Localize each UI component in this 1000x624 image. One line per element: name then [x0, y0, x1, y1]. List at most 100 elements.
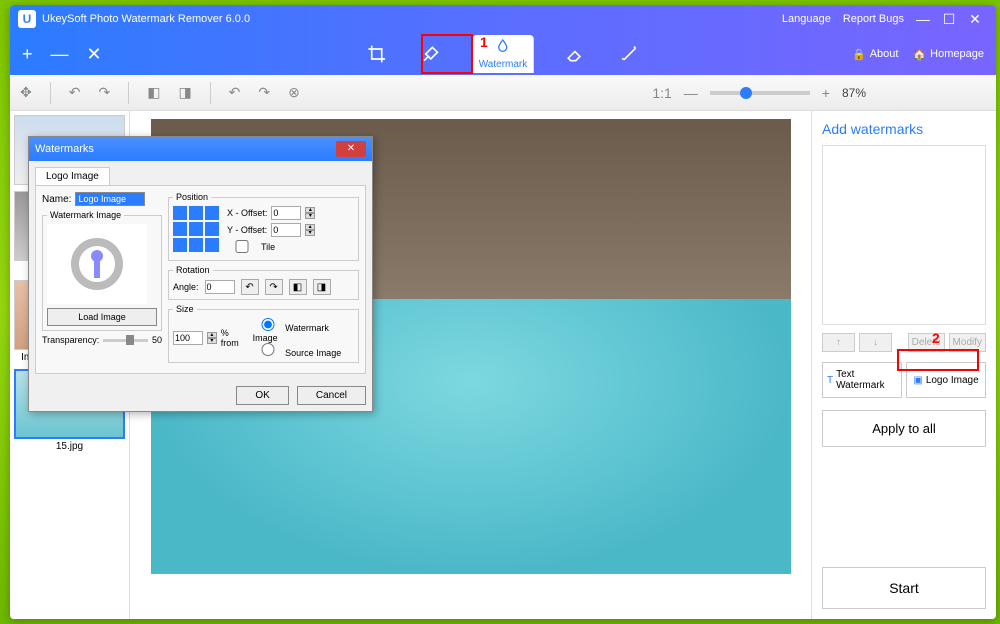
spinner-down[interactable]: ▾	[207, 338, 217, 344]
angle-label: Angle:	[173, 282, 199, 292]
homepage-label: Homepage	[930, 48, 984, 60]
pos-cell[interactable]	[205, 206, 219, 220]
text-watermark-button[interactable]: T Text Watermark	[822, 362, 902, 398]
name-label: Name:	[42, 194, 71, 205]
redo-icon[interactable]: ↷	[258, 84, 270, 101]
language-link[interactable]: Language	[782, 13, 831, 25]
app-logo-icon: U	[18, 10, 36, 28]
x-offset-input[interactable]	[271, 206, 301, 220]
move-icon[interactable]: ✥	[20, 84, 32, 101]
about-link[interactable]: 🔒 About	[852, 48, 898, 61]
flip-v-icon[interactable]: ◨	[313, 279, 331, 295]
thumbnail-label: 15.jpg	[56, 441, 83, 452]
zoom-out-button[interactable]: —	[684, 85, 698, 101]
size-input[interactable]	[173, 331, 203, 345]
rotate-cw-icon[interactable]: ↷	[265, 279, 283, 295]
pos-cell[interactable]	[205, 238, 219, 252]
magic-wand-tool-icon[interactable]	[617, 42, 641, 66]
window-close-button[interactable]: ✕	[965, 11, 985, 28]
transparency-value: 50	[152, 335, 162, 345]
pos-cell[interactable]	[173, 222, 187, 236]
delete-button[interactable]: Delete	[908, 333, 945, 352]
rotation-legend: Rotation	[173, 265, 213, 275]
transparency-slider[interactable]	[103, 339, 148, 342]
load-image-button[interactable]: Load Image	[47, 308, 157, 326]
pos-cell[interactable]	[173, 206, 187, 220]
undo-icon[interactable]: ↶	[229, 84, 241, 101]
modify-button[interactable]: Modify	[949, 333, 986, 352]
spinner-down[interactable]: ▾	[305, 230, 315, 236]
app-title: UkeySoft Photo Watermark Remover 6.0.0	[42, 13, 250, 25]
rotate-ccw-icon[interactable]: ↶	[241, 279, 259, 295]
zoom-in-button[interactable]: +	[822, 85, 830, 101]
pos-cell[interactable]	[189, 222, 203, 236]
source-image-radio[interactable]	[253, 343, 283, 356]
y-offset-label: Y - Offset:	[227, 225, 267, 235]
watermark-preview-box	[822, 145, 986, 325]
title-bar: U UkeySoft Photo Watermark Remover 6.0.0…	[10, 5, 996, 33]
pos-cell[interactable]	[173, 238, 187, 252]
watermark-tool-button[interactable]: Watermark	[473, 35, 534, 73]
watermark-preview	[47, 224, 147, 304]
position-legend: Position	[173, 192, 211, 202]
start-button[interactable]: Start	[822, 567, 986, 609]
eraser-tool-icon[interactable]	[563, 42, 587, 66]
minimize-button[interactable]: —	[913, 11, 933, 27]
flip-v-icon[interactable]: ◨	[178, 84, 191, 101]
pos-cell[interactable]	[189, 238, 203, 252]
spinner-down[interactable]: ▾	[305, 213, 315, 219]
crop-tool-icon[interactable]	[365, 42, 389, 66]
zoom-slider[interactable]	[710, 91, 810, 95]
dialog-close-button[interactable]: ✕	[336, 141, 366, 157]
panel-heading: Add watermarks	[822, 121, 986, 137]
zoom-ratio-label[interactable]: 1:1	[652, 85, 671, 101]
home-icon: 🏠	[912, 48, 926, 61]
lock-icon: 🔒	[852, 48, 866, 61]
watermark-tool-label: Watermark	[479, 59, 528, 70]
move-down-button[interactable]: ↓	[859, 333, 892, 352]
watermark-image-radio[interactable]	[253, 318, 283, 331]
rotate-right-icon[interactable]: ↷	[98, 84, 110, 101]
logo-image-tab[interactable]: Logo Image	[35, 167, 110, 185]
text-watermark-label: Text Watermark	[836, 369, 897, 391]
wm-image-legend: Watermark Image	[47, 210, 124, 220]
pos-cell[interactable]	[205, 222, 219, 236]
logo-image-button[interactable]: ▣ Logo Image	[906, 362, 986, 398]
x-offset-label: X - Offset:	[227, 208, 267, 218]
cancel-button[interactable]: Cancel	[297, 386, 366, 405]
menu-bar: + — ✕ Watermark	[10, 33, 996, 75]
rotation-fieldset: Rotation Angle: ↶ ↷ ◧ ◨	[168, 265, 359, 300]
rotate-left-icon[interactable]: ↶	[69, 84, 81, 101]
pos-cell[interactable]	[189, 206, 203, 220]
ok-button[interactable]: OK	[236, 386, 288, 405]
watermarks-panel: Add watermarks ↑ ↓ Delete Modify T Text …	[811, 111, 996, 619]
y-offset-input[interactable]	[271, 223, 301, 237]
clear-images-button[interactable]: ✕	[87, 44, 102, 65]
apply-to-all-button[interactable]: Apply to all	[822, 410, 986, 447]
homepage-link[interactable]: 🏠 Homepage	[912, 48, 984, 61]
tile-label: Tile	[261, 242, 275, 252]
reset-icon[interactable]: ⊗	[288, 84, 300, 101]
tile-checkbox[interactable]	[227, 240, 257, 253]
src-radio-label: Source Image	[285, 348, 341, 358]
dialog-title: Watermarks	[35, 143, 94, 155]
angle-input[interactable]	[205, 280, 235, 294]
position-grid[interactable]	[173, 206, 219, 252]
dialog-title-bar[interactable]: Watermarks ✕	[29, 137, 372, 161]
brush-tool-icon[interactable]	[419, 42, 443, 66]
logo-image-label: Logo Image	[926, 375, 979, 386]
move-up-button[interactable]: ↑	[822, 333, 855, 352]
add-image-button[interactable]: +	[22, 44, 33, 65]
watermarks-dialog: Watermarks ✕ Logo Image Name: Watermark …	[28, 136, 373, 412]
about-label: About	[870, 48, 899, 60]
pct-from-label: % from	[221, 328, 249, 348]
watermark-image-fieldset: Watermark Image Load Image	[42, 210, 162, 331]
flip-h-icon[interactable]: ◧	[289, 279, 307, 295]
maximize-button[interactable]: ☐	[939, 11, 959, 28]
name-input[interactable]	[75, 192, 145, 206]
edit-toolbar: ✥ ↶ ↷ ◧ ◨ ↶ ↷ ⊗ 1:1 — + 87%	[10, 75, 996, 111]
size-legend: Size	[173, 304, 197, 314]
report-bugs-link[interactable]: Report Bugs	[843, 13, 904, 25]
remove-image-button[interactable]: —	[51, 44, 69, 65]
flip-h-icon[interactable]: ◧	[147, 84, 160, 101]
